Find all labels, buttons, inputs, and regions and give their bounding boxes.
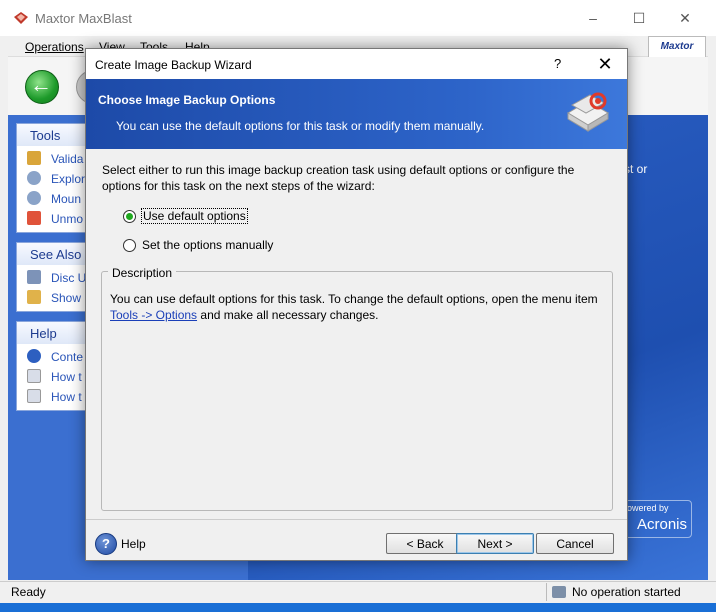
sidebar-item-label: How t [51, 390, 82, 404]
back-arrow-icon: ← [30, 72, 52, 97]
sidebar-item-contents[interactable]: Conte [27, 349, 83, 364]
status-separator [546, 583, 547, 601]
sidebar-item-disc-usage[interactable]: Disc U [27, 270, 86, 285]
operation-icon [552, 586, 566, 598]
next-button[interactable]: Next > [456, 533, 534, 554]
sidebar-item-label: Unmo [51, 212, 84, 226]
description-legend: Description [108, 266, 177, 280]
status-text: Ready [11, 585, 46, 599]
sidebar-item-label: How t [51, 370, 82, 384]
operation-status-text: No operation started [572, 585, 681, 599]
sidebar-item-label: Moun [51, 192, 82, 206]
dialog-help-icon[interactable]: ? [554, 56, 561, 71]
desktop-background [0, 603, 716, 612]
sidebar-item-label: Disc U [51, 271, 87, 285]
sidebar-item-mount[interactable]: Moun [27, 191, 81, 206]
dialog-footer-separator [86, 519, 627, 520]
app-title: Maxtor MaxBlast [35, 11, 132, 26]
sidebar-item-howto-2[interactable]: How t [27, 389, 82, 404]
unmount-icon [27, 211, 41, 225]
app-logo-icon [14, 12, 28, 24]
show-icon [27, 290, 41, 304]
explore-icon [27, 171, 41, 185]
maxtor-logo: Maxtor [648, 36, 706, 58]
wizard-dialog: Create Image Backup Wizard ? ✕ Choose Im… [85, 48, 628, 561]
wizard-step-subtitle: You can use the default options for this… [116, 119, 485, 133]
sidebar-item-unmount[interactable]: Unmo [27, 211, 83, 226]
backup-options-icon [567, 92, 609, 132]
disc-icon [27, 270, 41, 284]
wizard-header: Choose Image Backup Options You can use … [86, 79, 627, 149]
maximize-button[interactable]: ☐ [616, 0, 662, 36]
sidebar-item-label: Explor [51, 172, 86, 186]
sidebar-item-show[interactable]: Show [27, 290, 81, 305]
document-icon [27, 369, 41, 383]
sidebar-item-label: Show [51, 291, 82, 305]
acronis-logo: owered by Acronis [624, 500, 692, 538]
use-default-options-label[interactable]: Use default options [141, 208, 248, 224]
menu-operations[interactable]: Operations [25, 40, 84, 54]
dialog-title: Create Image Backup Wizard [95, 58, 252, 72]
help-icon[interactable]: ? [95, 533, 117, 555]
set-options-manually-radio[interactable] [123, 239, 136, 252]
validate-icon [27, 151, 41, 165]
close-window-button[interactable]: ✕ [662, 0, 708, 36]
help-circle-icon [27, 349, 41, 363]
sidebar-item-label: Valida [51, 152, 84, 166]
wizard-step-title: Choose Image Backup Options [98, 93, 276, 107]
description-text-after: and make all necessary changes. [200, 308, 379, 322]
back-button[interactable]: < Back [386, 533, 464, 554]
acronis-brand-text: Acronis [637, 516, 688, 533]
document-icon [27, 389, 41, 403]
cancel-button[interactable]: Cancel [536, 533, 614, 554]
set-options-manually-label[interactable]: Set the options manually [142, 238, 273, 252]
acronis-small-text: owered by [627, 503, 669, 513]
sidebar-item-validate[interactable]: Valida [27, 151, 83, 166]
mount-icon [27, 191, 41, 205]
sidebar-item-howto-1[interactable]: How t [27, 369, 82, 384]
dialog-title-bar: Create Image Backup Wizard ? ✕ [86, 49, 627, 79]
description-text: You can use default options for this tas… [110, 291, 605, 323]
sidebar-item-explore[interactable]: Explor [27, 171, 85, 186]
description-text-before: You can use default options for this tas… [110, 292, 598, 306]
tools-options-link[interactable]: Tools -> Options [110, 308, 197, 322]
help-link[interactable]: Help [121, 537, 146, 551]
dialog-close-icon[interactable]: ✕ [592, 52, 618, 76]
sidebar-item-label: Conte [51, 350, 84, 364]
use-default-options-radio[interactable] [123, 210, 136, 223]
intro-text: Select either to run this image backup c… [102, 163, 575, 193]
minimize-button[interactable]: – [570, 0, 616, 36]
